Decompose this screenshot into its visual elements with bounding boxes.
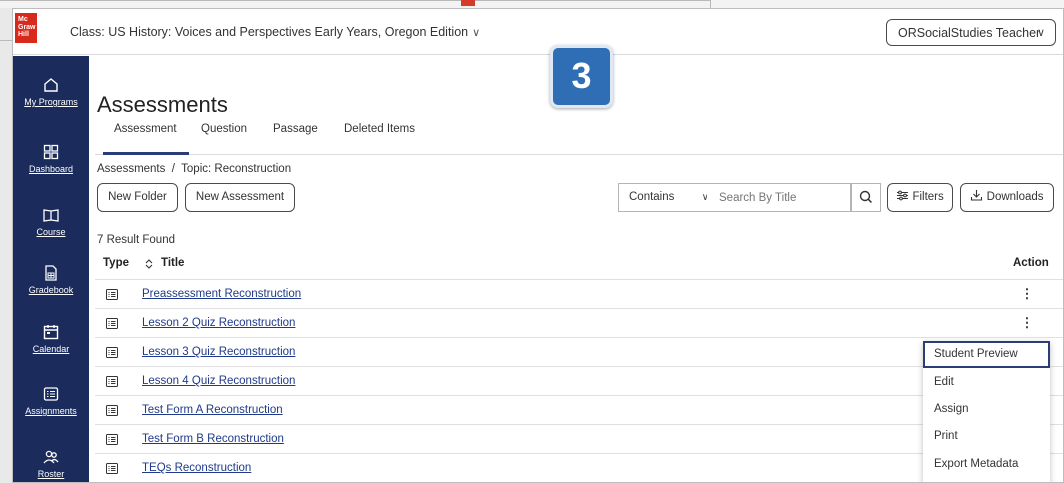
chevron-down-icon: ∨ bbox=[472, 27, 481, 39]
menu-item-student-preview[interactable]: Student Preview bbox=[923, 341, 1050, 368]
download-icon bbox=[971, 190, 983, 201]
assessment-title-link[interactable]: Lesson 2 Quiz Reconstruction bbox=[142, 317, 295, 329]
mcgraw-hill-logo[interactable]: Mc Graw Hill bbox=[15, 13, 37, 43]
assessment-title-link[interactable]: Lesson 4 Quiz Reconstruction bbox=[142, 375, 295, 387]
user-menu-button[interactable]: ORSocialStudies Teacher ∨ bbox=[886, 19, 1056, 46]
sidebar-item-course[interactable]: Course bbox=[13, 206, 89, 237]
assessment-type-icon bbox=[106, 405, 118, 416]
new-assessment-button[interactable]: New Assessment bbox=[185, 183, 295, 212]
step-number-badge: 3 bbox=[550, 45, 613, 108]
column-header-action: Action bbox=[1013, 257, 1049, 269]
assessment-type-icon bbox=[106, 463, 118, 474]
sidebar-item-my-programs[interactable]: My Programs bbox=[13, 76, 89, 107]
sidebar-item-gradebook[interactable]: Gradebook bbox=[13, 264, 89, 295]
book-icon bbox=[43, 209, 59, 222]
tab-passage[interactable]: Passage bbox=[273, 123, 318, 135]
sidebar: My Programs Dashboard Course Gradebook C… bbox=[13, 56, 89, 482]
menu-item-edit[interactable]: Edit bbox=[923, 369, 1050, 396]
menu-item-assign[interactable]: Assign bbox=[923, 396, 1050, 423]
menu-item-export-metadata[interactable]: Export Metadata bbox=[923, 451, 1050, 478]
app-window: Mc Graw Hill Class: US History: Voices a… bbox=[12, 8, 1064, 483]
table-row: Lesson 4 Quiz Reconstruction bbox=[95, 366, 1063, 395]
assessment-title-link[interactable]: Preassessment Reconstruction bbox=[142, 288, 301, 300]
assessment-title-link[interactable]: TEQs Reconstruction bbox=[142, 462, 251, 474]
table-row: Test Form B Reconstruction bbox=[95, 424, 1063, 453]
assessment-title-link[interactable]: Test Form B Reconstruction bbox=[142, 433, 284, 445]
user-name: ORSocialStudies Teacher bbox=[898, 26, 1041, 40]
background-strip bbox=[0, 0, 1064, 10]
table-row: Lesson 2 Quiz Reconstruction ⋮ bbox=[95, 308, 1063, 337]
logo-text: Graw bbox=[18, 23, 36, 31]
new-folder-button[interactable]: New Folder bbox=[97, 183, 178, 212]
filters-icon bbox=[897, 190, 909, 201]
divider bbox=[0, 0, 710, 1]
tab-question[interactable]: Question bbox=[201, 123, 247, 135]
top-header: Mc Graw Hill Class: US History: Voices a… bbox=[13, 9, 1063, 55]
column-header-title[interactable]: Title bbox=[161, 257, 184, 269]
home-icon bbox=[44, 78, 58, 92]
assessment-type-icon bbox=[106, 376, 118, 387]
dashboard-icon bbox=[43, 144, 59, 160]
search-button[interactable] bbox=[851, 183, 881, 212]
search-icon bbox=[859, 190, 873, 204]
class-selector[interactable]: Class: US History: Voices and Perspectiv… bbox=[70, 25, 480, 39]
downloads-button[interactable]: Downloads bbox=[960, 183, 1054, 212]
gradebook-icon bbox=[45, 265, 57, 281]
tab-assessment[interactable]: Assessment bbox=[114, 123, 177, 135]
assessment-type-icon bbox=[106, 289, 118, 300]
sidebar-item-calendar[interactable]: Calendar bbox=[13, 323, 89, 354]
sidebar-item-label: Assignments bbox=[25, 406, 77, 416]
select-value: Contains bbox=[629, 191, 675, 203]
breadcrumb[interactable]: Assessments / Topic: Reconstruction bbox=[97, 163, 291, 175]
table-row: Lesson 3 Quiz Reconstruction bbox=[95, 337, 1063, 366]
chevron-down-icon: ∨ bbox=[1036, 27, 1045, 39]
filters-button[interactable]: Filters bbox=[887, 183, 953, 212]
sidebar-item-assignments[interactable]: Assignments bbox=[13, 385, 89, 416]
sidebar-item-label: Calendar bbox=[32, 344, 70, 354]
sidebar-item-dashboard[interactable]: Dashboard bbox=[13, 143, 89, 174]
menu-item-print[interactable]: Print bbox=[923, 423, 1050, 450]
active-tab-indicator bbox=[103, 152, 189, 155]
logo-text: Hill bbox=[18, 31, 29, 38]
results-count: 7 Result Found bbox=[97, 234, 175, 246]
background-window-fragment bbox=[461, 0, 475, 6]
sidebar-item-label: Dashboard bbox=[28, 164, 74, 174]
search-input[interactable] bbox=[707, 183, 851, 212]
more-actions-icon[interactable]: ⋮ bbox=[1019, 284, 1035, 304]
calendar-icon bbox=[43, 325, 59, 340]
roster-icon bbox=[43, 450, 59, 464]
table-row: TEQs Reconstruction bbox=[95, 453, 1063, 482]
filters-label: Filters bbox=[912, 191, 944, 203]
assessment-type-icon bbox=[106, 318, 118, 329]
sidebar-item-label: My Programs bbox=[24, 97, 78, 107]
row-action-menu: Student Preview Edit Assign Print Export… bbox=[923, 341, 1050, 482]
sidebar-item-label: Course bbox=[36, 227, 66, 237]
sidebar-item-label: Roster bbox=[37, 469, 65, 479]
divider bbox=[95, 154, 1063, 155]
table-row: Preassessment Reconstruction ⋮ bbox=[95, 279, 1063, 308]
search-mode-select[interactable]: Contains ∨ bbox=[618, 183, 720, 212]
table-row: Test Form A Reconstruction bbox=[95, 395, 1063, 424]
class-title: Class: US History: Voices and Perspectiv… bbox=[70, 25, 469, 39]
assessment-type-icon bbox=[106, 347, 118, 358]
sort-icon[interactable] bbox=[144, 258, 154, 270]
assessment-type-icon bbox=[106, 434, 118, 445]
sidebar-item-roster[interactable]: Roster bbox=[13, 448, 89, 479]
assessment-title-link[interactable]: Lesson 3 Quiz Reconstruction bbox=[142, 346, 295, 358]
assessment-title-link[interactable]: Test Form A Reconstruction bbox=[142, 404, 283, 416]
logo-text: Mc bbox=[18, 16, 28, 23]
more-actions-icon[interactable]: ⋮ bbox=[1019, 313, 1035, 333]
divider bbox=[0, 40, 12, 41]
tab-deleted-items[interactable]: Deleted Items bbox=[344, 123, 415, 135]
page-title: Assessments bbox=[97, 92, 228, 117]
assignments-icon bbox=[43, 387, 59, 401]
sidebar-item-label: Gradebook bbox=[28, 285, 74, 295]
downloads-label: Downloads bbox=[986, 191, 1044, 203]
column-header-type: Type bbox=[103, 257, 129, 269]
